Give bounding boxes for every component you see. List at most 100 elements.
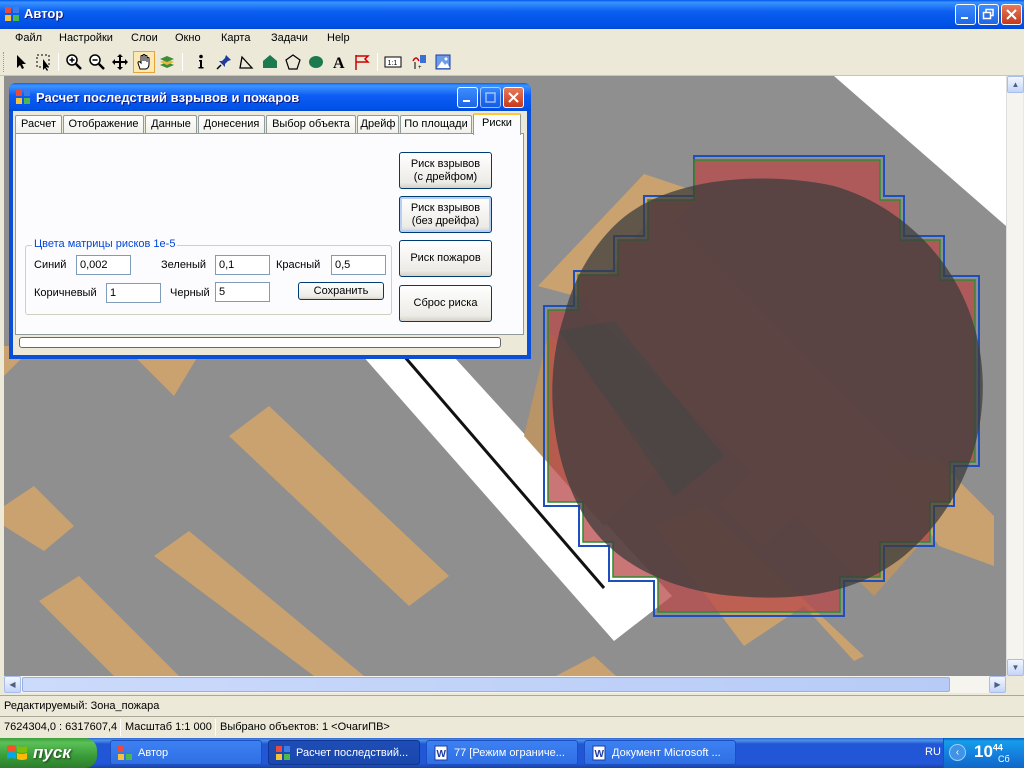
task-word-77[interactable]: W 77 [Режим ограниче... xyxy=(426,740,578,765)
clock-minute: 44 xyxy=(992,742,1003,753)
red-label: Красный xyxy=(276,259,321,271)
text-tool-button[interactable]: A xyxy=(328,51,350,73)
pentagon-icon xyxy=(285,54,301,70)
fire-risk-button[interactable]: Риск пожаров xyxy=(399,240,492,277)
zoom-out-button[interactable] xyxy=(86,51,108,73)
zoom-in-button[interactable] xyxy=(63,51,85,73)
tray-expand-icon[interactable]: ‹ xyxy=(949,744,966,761)
scroll-thumb[interactable] xyxy=(22,677,950,692)
task-label: Автор xyxy=(138,746,169,759)
black-label: Черный xyxy=(170,287,210,299)
pin-icon xyxy=(216,55,231,70)
dialog-title-bar[interactable]: Расчет последствий взрывов и пожаров xyxy=(9,83,531,111)
task-avtor[interactable]: Автор xyxy=(110,740,262,765)
explosion-risk-no-drift-button[interactable]: Риск взрывов (без дрейфа) xyxy=(399,196,492,233)
image-button[interactable] xyxy=(432,51,454,73)
info-button[interactable] xyxy=(190,51,212,73)
ellipse-button[interactable] xyxy=(305,51,327,73)
menu-tasks[interactable]: Задачи xyxy=(271,32,308,44)
red-threshold-input[interactable] xyxy=(331,255,386,275)
hand-tool-button[interactable] xyxy=(133,51,155,73)
menu-settings[interactable]: Настройки xyxy=(59,32,113,44)
scale-button[interactable]: 1:1 xyxy=(382,51,404,73)
dialog-close-button[interactable] xyxy=(503,87,524,108)
toolbar-grip[interactable] xyxy=(3,52,6,72)
polygon-button[interactable] xyxy=(259,51,281,73)
maximize-icon xyxy=(485,92,496,103)
tab-calc[interactable]: Расчет xyxy=(15,115,62,134)
building xyxy=(556,656,616,676)
dialog-maximize-button[interactable] xyxy=(480,87,501,108)
black-threshold-input[interactable] xyxy=(215,282,270,302)
app-icon xyxy=(16,90,30,104)
save-button[interactable]: Сохранить xyxy=(298,282,384,300)
minimize-button[interactable] xyxy=(955,4,976,25)
close-button[interactable] xyxy=(1001,4,1022,25)
start-button[interactable]: пуск xyxy=(0,738,97,768)
flag-button[interactable] xyxy=(351,51,373,73)
restore-button[interactable] xyxy=(978,4,999,25)
ellipse-icon xyxy=(309,56,323,68)
menu-help[interactable]: Help xyxy=(327,32,350,44)
word-icon: W xyxy=(592,745,606,760)
map-vertical-scrollbar[interactable]: ▲ ▼ xyxy=(1006,76,1024,676)
building xyxy=(4,486,74,551)
pointer-tool-button[interactable] xyxy=(10,51,32,73)
close-icon xyxy=(508,92,519,103)
layers-button[interactable] xyxy=(156,51,178,73)
taskbar: пуск Автор Расчет последствий... W 77 [Р… xyxy=(0,738,1024,768)
windows-logo-icon xyxy=(7,745,27,760)
menu-window[interactable]: Окно xyxy=(175,32,201,44)
polyline-button[interactable] xyxy=(236,51,258,73)
scroll-up-button[interactable]: ▲ xyxy=(1007,76,1024,93)
building xyxy=(154,531,364,676)
reset-risk-button[interactable]: Сброс риска xyxy=(399,285,492,322)
blue-label: Синий xyxy=(34,259,67,271)
menu-file[interactable]: Файл xyxy=(15,32,42,44)
pentagon-button[interactable] xyxy=(282,51,304,73)
scroll-down-button[interactable]: ▼ xyxy=(1007,659,1024,676)
editing-layer-text: Редактируемый: Зона_пожара xyxy=(4,700,160,712)
main-title-bar[interactable]: Автор xyxy=(0,0,1024,29)
info-icon xyxy=(198,54,204,69)
task-label: 77 [Режим ограниче... xyxy=(454,746,565,759)
selected-objects-text: Выбрано объектов: 1 <ОчагиПВ> xyxy=(220,721,390,733)
scroll-left-button[interactable]: ◀ xyxy=(4,676,21,693)
select-tool-button[interactable] xyxy=(33,51,55,73)
tab-object-select[interactable]: Выбор объекта xyxy=(266,115,356,134)
polygon-icon xyxy=(263,55,277,68)
map-horizontal-scrollbar[interactable]: ◀ ▶ xyxy=(4,676,1006,693)
blue-threshold-input[interactable] xyxy=(76,255,131,275)
language-indicator[interactable]: RU xyxy=(925,746,941,758)
building xyxy=(229,406,449,606)
scale-icon: 1:1 xyxy=(384,56,402,68)
start-label: пуск xyxy=(33,743,71,762)
tab-display[interactable]: Отображение xyxy=(63,115,144,134)
brown-threshold-input[interactable] xyxy=(106,283,161,303)
explosion-risk-drift-button[interactable]: Риск взрывов (с дрейфом) xyxy=(399,152,492,189)
clock-hour: 10 xyxy=(974,742,993,761)
green-label: Зеленый xyxy=(161,259,207,271)
scroll-right-button[interactable]: ▶ xyxy=(989,676,1006,693)
pin-button[interactable] xyxy=(213,51,235,73)
menu-layers[interactable]: Слои xyxy=(131,32,158,44)
minimize-icon xyxy=(961,17,968,19)
tab-risks[interactable]: Риски xyxy=(473,113,521,135)
green-threshold-input[interactable] xyxy=(215,255,270,275)
pointer-icon xyxy=(17,55,26,69)
pan-button[interactable] xyxy=(109,51,131,73)
tab-drift[interactable]: Дрейф xyxy=(357,115,399,134)
task-calc[interactable]: Расчет последствий... xyxy=(268,740,420,765)
task-word-doc[interactable]: W Документ Microsoft ... xyxy=(584,740,736,765)
main-window-title: Автор xyxy=(24,6,64,21)
measure-icon: + xyxy=(412,55,426,71)
measure-button[interactable]: + xyxy=(408,51,430,73)
tab-reports[interactable]: Донесения xyxy=(198,115,265,134)
tab-by-area[interactable]: По площади xyxy=(400,115,472,134)
dialog-minimize-button[interactable] xyxy=(457,87,478,108)
tab-data[interactable]: Данные xyxy=(145,115,197,134)
menu-map[interactable]: Карта xyxy=(221,32,250,44)
status-bar: 7624304,0 : 6317607,4 Масштаб 1:1 000 Вы… xyxy=(0,716,1024,738)
svg-text:A: A xyxy=(333,55,345,71)
zoom-in-icon xyxy=(66,54,82,70)
